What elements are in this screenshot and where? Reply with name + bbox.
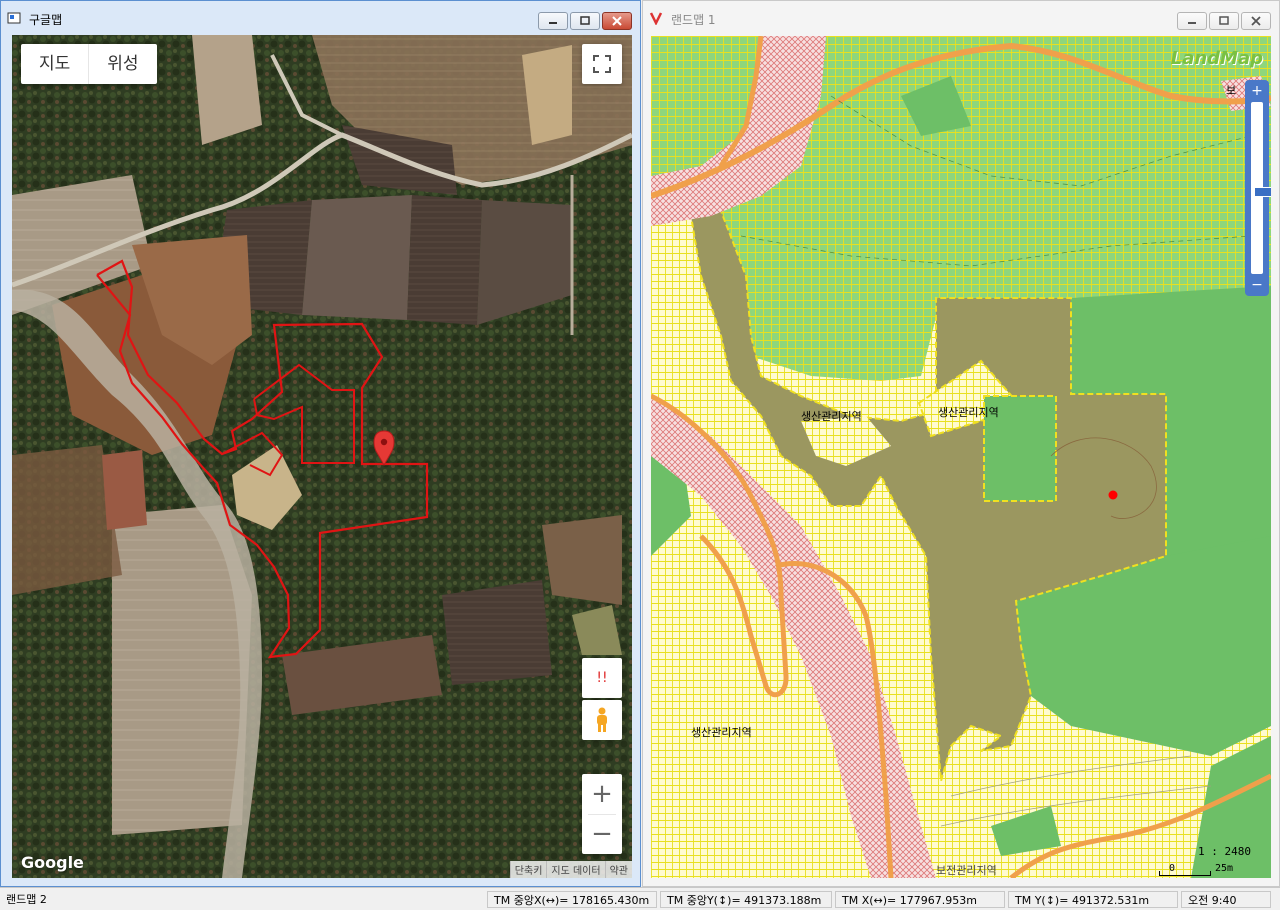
zoom-out-button[interactable]: − [1247,276,1267,294]
shortcuts-link[interactable]: 단축키 [509,861,547,878]
status-app-name: 랜드맵 2 [6,893,47,906]
scale-ratio: 1 : 2480 [1198,845,1251,858]
close-icon [1251,16,1261,26]
status-bar: 랜드맵 2 TM 중앙X(↔)= 178165.430m TM 중앙Y(↕)= … [0,887,1280,910]
zone-label: 생산관리지역 [938,406,999,419]
warning-button[interactable]: !! [582,658,622,698]
zoom-in-button[interactable]: + [1247,82,1267,100]
minimize-button[interactable] [1177,12,1207,30]
tm-x: TM X(↔)= 177967.953m [835,891,1005,908]
attribution-bar: 단축키 지도 데이터 약관 [509,861,632,878]
terms-link[interactable]: 약관 [604,861,632,878]
zoom-thumb[interactable] [1254,187,1271,197]
landmap-window: 랜드맵 1 LandMap 생산관리지역 생산관리지역 생산관리지역 보 보전관… [642,0,1280,887]
landmap-logo: LandMap [1170,48,1263,69]
zoom-control: + − [582,774,622,854]
scale-zero: 0 [1168,863,1175,874]
map-data-link[interactable]: 지도 데이터 [546,861,604,878]
minimize-icon [1188,22,1196,24]
satellite-imagery [12,35,632,878]
satellite-button[interactable]: 위성 [88,44,156,84]
google-map-window: 구글맵 지도 위성 !! + − Google 단축키 지도 데이터 약관 [0,0,641,887]
fullscreen-button[interactable] [582,44,622,84]
title-bar[interactable]: 구글맵 [1,1,640,35]
google-logo: Google [21,853,84,872]
location-dot[interactable] [1108,490,1118,500]
zoning-map[interactable]: LandMap 생산관리지역 생산관리지역 생산관리지역 보 보전관리지역 + … [651,36,1271,878]
zoom-slider[interactable]: + − [1245,80,1271,296]
fullscreen-icon [593,55,611,73]
zone-label: 생산관리지역 [691,726,752,739]
zone-label: 생산관리지역 [801,410,862,423]
map-button[interactable]: 지도 [21,44,88,84]
minimize-icon [549,22,557,24]
close-icon [612,16,622,26]
zoom-out-button[interactable]: − [591,815,613,854]
zoom-track[interactable] [1251,102,1271,274]
zone-label-bottom: 보전관리지역 [936,864,997,877]
zoning-map-canvas [651,36,1271,878]
window-title: 구글맵 [29,13,63,27]
clock: 오전 9:40 [1181,891,1271,908]
scale-distance: 25m [1214,863,1233,874]
close-button[interactable] [602,12,632,30]
tm-y: TM Y(↕)= 491372.531m [1008,891,1178,908]
title-bar[interactable]: 랜드맵 1 [643,1,1279,35]
maximize-button[interactable] [1209,12,1239,30]
landmap-app-icon [649,12,663,25]
window-title: 랜드맵 1 [671,13,716,27]
zoom-in-button[interactable]: + [591,774,613,814]
pegman-button[interactable] [582,700,622,740]
maximize-button[interactable] [570,12,600,30]
minimize-button[interactable] [538,12,568,30]
pegman-icon [597,707,607,732]
close-button[interactable] [1241,12,1271,30]
map-type-control: 지도 위성 [21,44,157,84]
maximize-icon [580,16,590,25]
tm-center-y: TM 중앙Y(↕)= 491373.188m [660,891,832,908]
tm-center-x: TM 중앙X(↔)= 178165.430m [487,891,657,908]
scale-bar [1159,871,1211,876]
app-icon [7,12,21,24]
maximize-icon [1219,16,1229,25]
zone-label-top: 보 [1226,84,1237,97]
satellite-map[interactable]: 지도 위성 !! + − Google 단축키 지도 데이터 약관 [12,35,632,878]
